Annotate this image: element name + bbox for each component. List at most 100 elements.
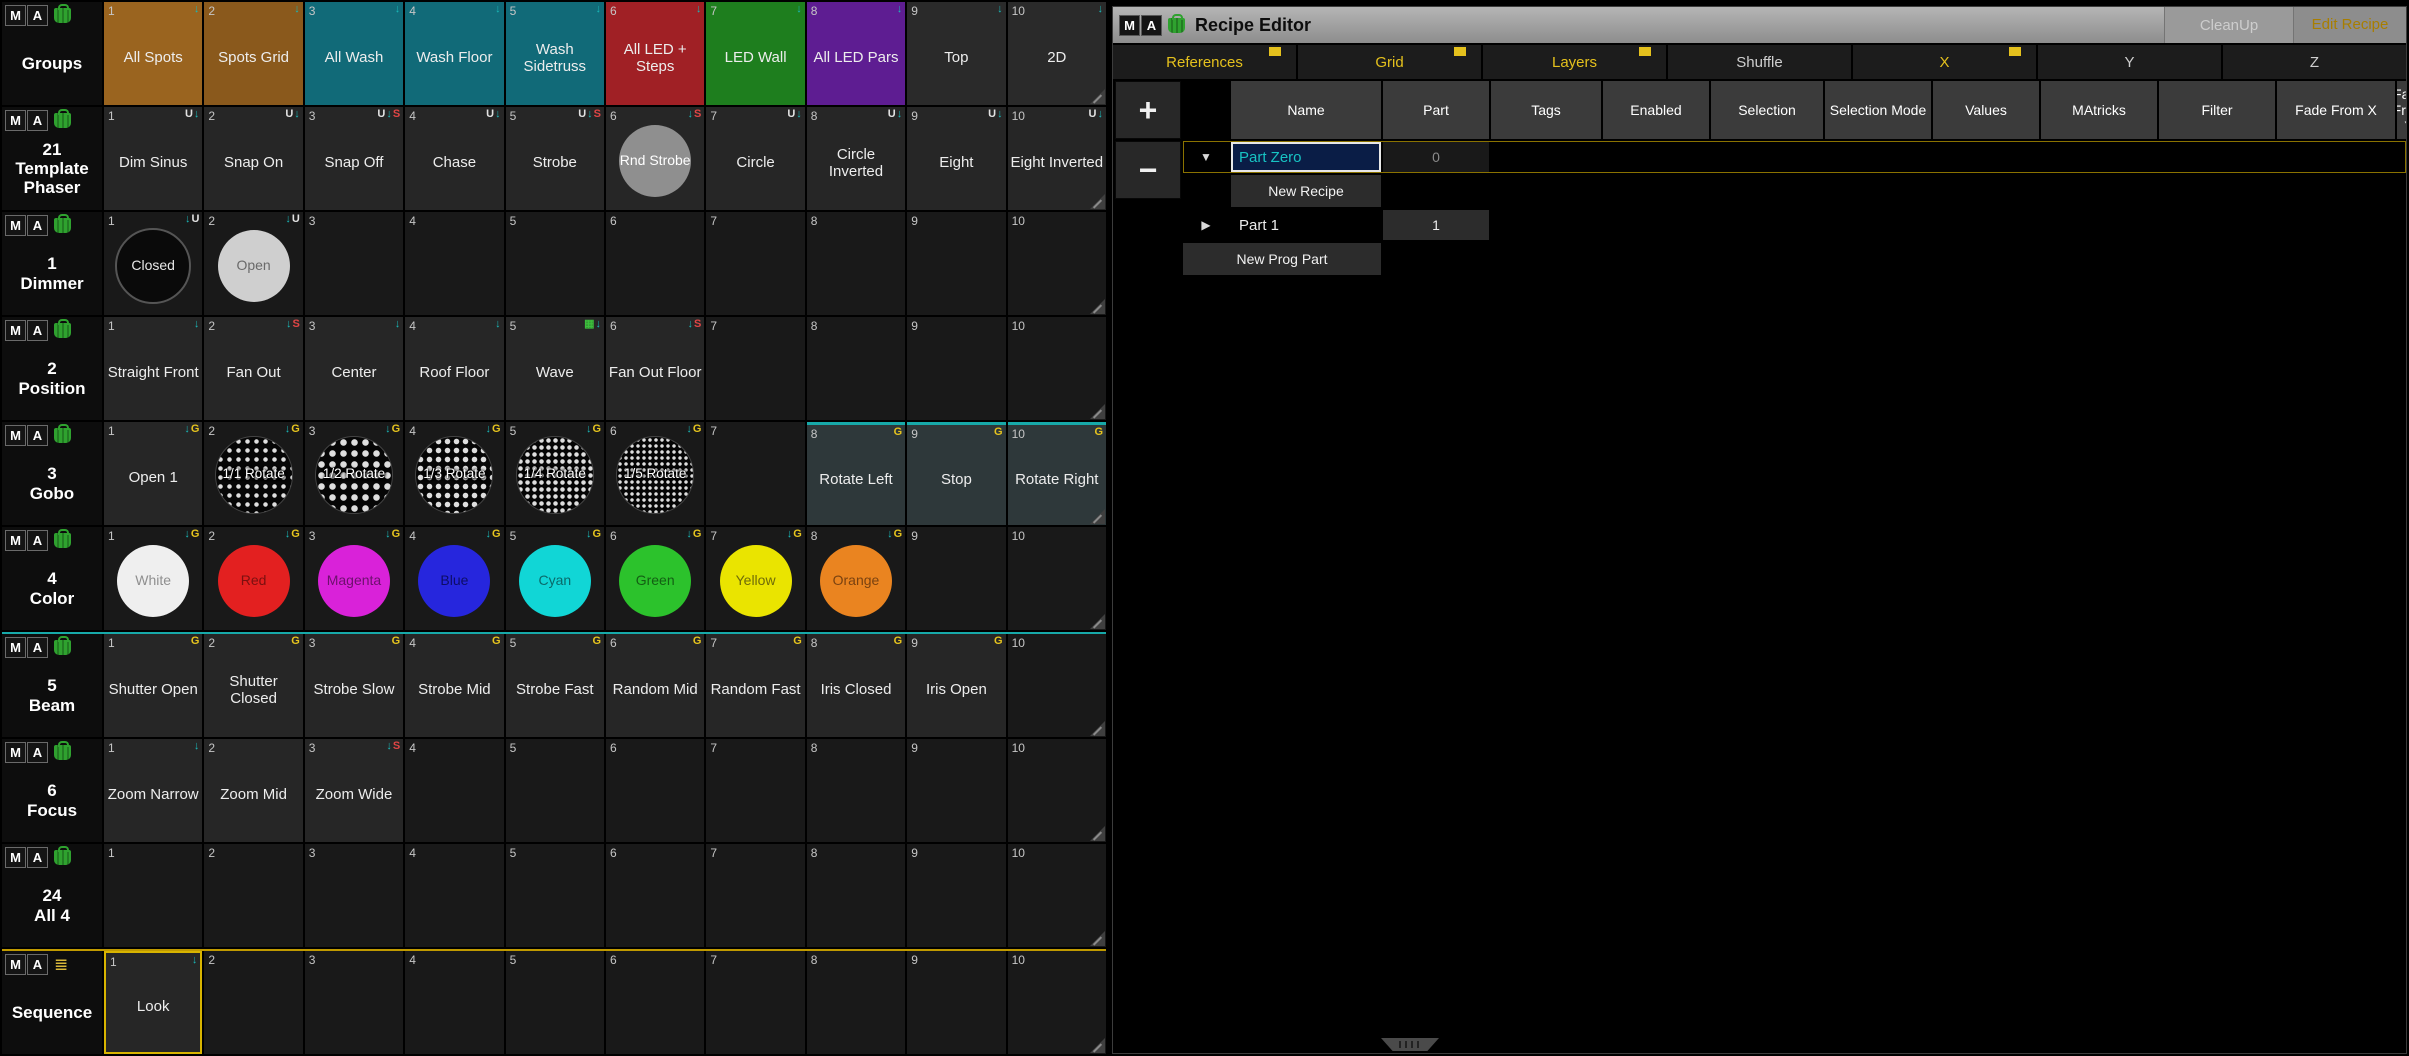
- pool-cell-look[interactable]: 1↓Look: [104, 951, 202, 1054]
- pool-header-2-position[interactable]: MA2 Position: [2, 317, 102, 420]
- pool-cell-1-4-rotate[interactable]: 5↓G1/4 Rotate: [506, 422, 604, 525]
- column-header-enabled[interactable]: Enabled: [1603, 81, 1709, 139]
- name-edit-input[interactable]: Part Zero: [1231, 142, 1381, 172]
- column-header-selection[interactable]: Selection: [1711, 81, 1823, 139]
- column-header-filter[interactable]: Filter: [2159, 81, 2275, 139]
- pool-header-5-beam[interactable]: MA5 Beam: [2, 634, 102, 737]
- remove-row-button[interactable]: −: [1115, 141, 1181, 199]
- pool-cell[interactable]: 3: [305, 212, 403, 315]
- pool-cell-straight-front[interactable]: 1↓Straight Front: [104, 317, 202, 420]
- pool-cell[interactable]: 5: [506, 212, 604, 315]
- pool-cell-strobe-slow[interactable]: 3GStrobe Slow: [305, 634, 403, 737]
- pool-header-24-all-4[interactable]: MA24 All 4: [2, 844, 102, 947]
- column-header-fade-from-y[interactable]: Fade From Y: [2397, 81, 2406, 139]
- pool-header-4-color[interactable]: MA4 Color: [2, 527, 102, 630]
- pool-cell[interactable]: 6: [606, 844, 704, 947]
- pool-cell[interactable]: 10: [1008, 634, 1106, 737]
- pool-cell[interactable]: 8: [807, 317, 905, 420]
- pool-cell-white[interactable]: 1↓GWhite: [104, 527, 202, 630]
- column-header-tags[interactable]: Tags: [1491, 81, 1601, 139]
- pool-cell-wash-floor[interactable]: 4↓Wash Floor: [405, 2, 503, 105]
- tab-y[interactable]: Y: [2038, 45, 2221, 79]
- pool-cell-orange[interactable]: 8↓GOrange: [807, 527, 905, 630]
- pool-cell[interactable]: 9: [907, 951, 1005, 1054]
- pool-cell-zoom-wide[interactable]: 3↓SZoom Wide: [305, 739, 403, 842]
- pool-cell-strobe-fast[interactable]: 5GStrobe Fast: [506, 634, 604, 737]
- pool-cell-snap-off[interactable]: 3U↓SSnap Off: [305, 107, 403, 210]
- pool-cell-red[interactable]: 2↓GRed: [204, 527, 302, 630]
- pool-cell-1-5-rotate[interactable]: 6↓G1/5 Rotate: [606, 422, 704, 525]
- pool-header-21-template-phaser[interactable]: MA21 Template Phaser: [2, 107, 102, 210]
- pool-cell[interactable]: 7: [706, 422, 804, 525]
- pool-cell[interactable]: 8: [807, 212, 905, 315]
- part-cell[interactable]: 1: [1383, 210, 1489, 240]
- pool-cell-fan-out[interactable]: 2↓SFan Out: [204, 317, 302, 420]
- pool-cell-all-spots[interactable]: 1↓All Spots: [104, 2, 202, 105]
- pool-cell[interactable]: 10: [1008, 317, 1106, 420]
- pool-cell[interactable]: 8: [807, 951, 905, 1054]
- row-expander-icon[interactable]: ▶: [1183, 209, 1229, 241]
- pool-cell-eight-inverted[interactable]: 10U↓Eight Inverted: [1008, 107, 1106, 210]
- pool-header-3-gobo[interactable]: MA3 Gobo: [2, 422, 102, 525]
- pool-cell-yellow[interactable]: 7↓GYellow: [706, 527, 804, 630]
- pool-cell-random-fast[interactable]: 7GRandom Fast: [706, 634, 804, 737]
- pool-cell-all-wash[interactable]: 3↓All Wash: [305, 2, 403, 105]
- pool-cell-rotate-right[interactable]: 10GRotate Right: [1008, 422, 1106, 525]
- window-titlebar[interactable]: M A Recipe Editor CleanUp Edit Recipe: [1113, 7, 2406, 43]
- pool-cell-open-1[interactable]: 1↓GOpen 1: [104, 422, 202, 525]
- row-expander-icon[interactable]: ▼: [1183, 141, 1229, 173]
- pool-cell[interactable]: 10: [1008, 212, 1106, 315]
- pool-cell-roof-floor[interactable]: 4↓Roof Floor: [405, 317, 503, 420]
- pool-cell-closed[interactable]: 1↓UClosed: [104, 212, 202, 315]
- pool-cell-circle-inverted[interactable]: 8U↓Circle Inverted: [807, 107, 905, 210]
- pool-cell-1-3-rotate[interactable]: 4↓G1/3 Rotate: [405, 422, 503, 525]
- pool-cell-green[interactable]: 6↓GGreen: [606, 527, 704, 630]
- pool-cell[interactable]: 2: [204, 951, 302, 1054]
- pool-cell-circle[interactable]: 7U↓Circle: [706, 107, 804, 210]
- cleanup-button[interactable]: CleanUp: [2164, 7, 2293, 43]
- action-new-prog-part[interactable]: New Prog Part: [1183, 243, 1381, 275]
- pool-cell[interactable]: 9: [907, 212, 1005, 315]
- pool-cell[interactable]: 10: [1008, 844, 1106, 947]
- column-header-part[interactable]: Part: [1383, 81, 1489, 139]
- pool-cell-magenta[interactable]: 3↓GMagenta: [305, 527, 403, 630]
- pool-cell[interactable]: 3: [305, 951, 403, 1054]
- tab-shuffle[interactable]: Shuffle: [1668, 45, 1851, 79]
- pool-cell-wave[interactable]: 5▦↓Wave: [506, 317, 604, 420]
- pool-cell[interactable]: 5: [506, 844, 604, 947]
- pool-cell[interactable]: 6: [606, 951, 704, 1054]
- pool-cell-zoom-narrow[interactable]: 1↓Zoom Narrow: [104, 739, 202, 842]
- name-cell[interactable]: Part 1: [1231, 209, 1381, 241]
- pool-cell-zoom-mid[interactable]: 2Zoom Mid: [204, 739, 302, 842]
- pool-cell-stop[interactable]: 9GStop: [907, 422, 1005, 525]
- pool-cell[interactable]: 7: [706, 212, 804, 315]
- pool-cell-spots-grid[interactable]: 2↓Spots Grid: [204, 2, 302, 105]
- edit-recipe-button[interactable]: Edit Recipe: [2293, 7, 2406, 43]
- column-header-selection-mode[interactable]: Selection Mode: [1825, 81, 1931, 139]
- column-header-matricks[interactable]: MAtricks: [2041, 81, 2157, 139]
- pool-cell-all-led-pars[interactable]: 8↓All LED Pars: [807, 2, 905, 105]
- pool-cell-wash-sidetruss[interactable]: 5↓Wash Sidetruss: [506, 2, 604, 105]
- pool-cell-strobe-mid[interactable]: 4GStrobe Mid: [405, 634, 503, 737]
- pool-cell-top[interactable]: 9↓Top: [907, 2, 1005, 105]
- pool-header-groups[interactable]: MAGroups: [2, 2, 102, 105]
- pool-cell-blue[interactable]: 4↓GBlue: [405, 527, 503, 630]
- pool-cell-snap-on[interactable]: 2U↓Snap On: [204, 107, 302, 210]
- pool-cell-cyan[interactable]: 5↓GCyan: [506, 527, 604, 630]
- pool-cell-1-1-rotate[interactable]: 2↓G1/1 Rotate: [204, 422, 302, 525]
- pool-header-1-dimmer[interactable]: MA1 Dimmer: [2, 212, 102, 315]
- pool-cell[interactable]: 8: [807, 844, 905, 947]
- pool-cell[interactable]: 2: [204, 844, 302, 947]
- column-header-name[interactable]: Name: [1231, 81, 1381, 139]
- pool-cell[interactable]: 10: [1008, 951, 1106, 1054]
- tab-references[interactable]: References: [1113, 45, 1296, 79]
- pool-cell-iris-closed[interactable]: 8GIris Closed: [807, 634, 905, 737]
- pool-cell[interactable]: 4: [405, 951, 503, 1054]
- pool-cell[interactable]: 3: [305, 844, 403, 947]
- pool-cell[interactable]: 9: [907, 317, 1005, 420]
- pool-cell[interactable]: 7: [706, 739, 804, 842]
- pool-header-sequence[interactable]: MA≣Sequence: [2, 951, 102, 1054]
- pool-cell-fan-out-floor[interactable]: 6↓SFan Out Floor: [606, 317, 704, 420]
- pool-cell[interactable]: 4: [405, 212, 503, 315]
- column-header-values[interactable]: Values: [1933, 81, 2039, 139]
